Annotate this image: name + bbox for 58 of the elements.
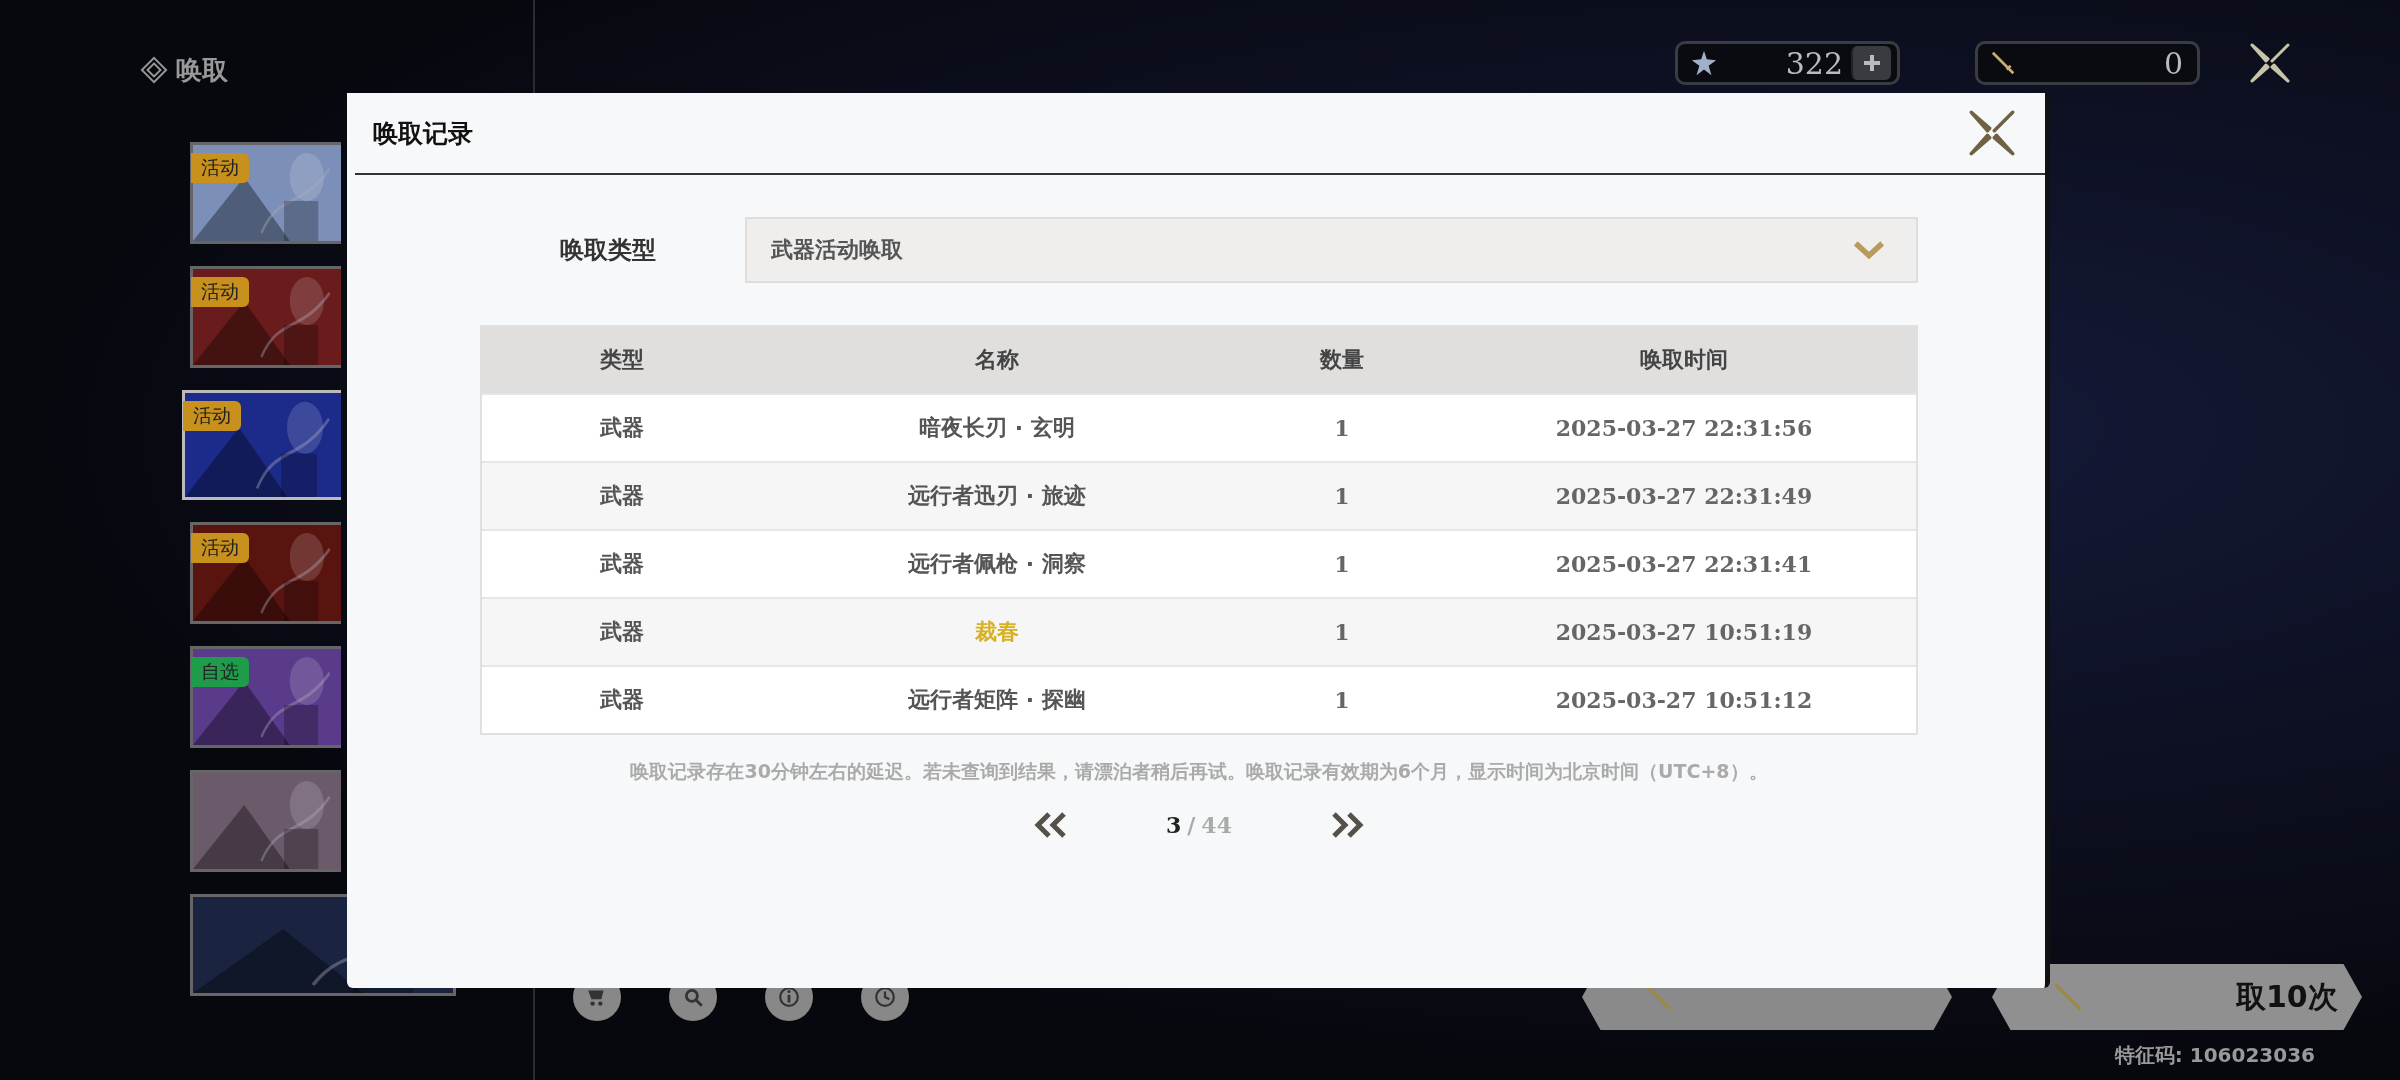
total-pages: 44 <box>1201 812 1232 838</box>
table-cell-text: 武器 <box>600 550 644 578</box>
table-cell-text: 武器 <box>600 414 644 442</box>
table-cell-text: 远行者佩枪 · 洞察 <box>908 550 1086 578</box>
column-header: 名称 <box>975 346 1019 374</box>
table-cell: 1 <box>1334 619 1350 645</box>
column-header: 唤取时间 <box>1640 346 1728 374</box>
next-page-icon[interactable] <box>1329 811 1365 839</box>
table-cell: 1 <box>1334 687 1350 713</box>
currency-amount: 322 <box>1784 45 1844 81</box>
table-cell: 2025-03-27 10:51:12 <box>1555 687 1813 713</box>
banner-tag: 自选 <box>191 657 249 687</box>
table-cell: 1 <box>1334 483 1350 509</box>
notice-text: 唤取记录存在30分钟左右的延迟。若未查询到结果，请漂泊者稍后再试。唤取记录有效期为6个月，显示时间为北京时间（UTC+8）。 <box>629 759 1769 784</box>
previous-page-icon[interactable] <box>1033 811 1069 839</box>
clock-icon <box>874 986 896 1008</box>
table-cell: 2025-03-27 22:31:41 <box>1555 551 1813 577</box>
banner-card[interactable]: 活动 <box>190 142 341 244</box>
table-cell-text: 裁春 <box>975 618 1019 646</box>
banner-card[interactable]: 活动 <box>182 390 341 500</box>
banner-tag: 活动 <box>191 277 249 307</box>
chevron-down-icon <box>1852 239 1886 261</box>
banner-tag: 活动 <box>191 153 249 183</box>
table-cell: 2025-03-27 22:31:49 <box>1555 483 1813 509</box>
filter-label: 唤取类型 <box>559 235 657 266</box>
table-cell-text: 远行者迅刃 · 旅迹 <box>908 482 1086 510</box>
type-dropdown[interactable]: 武器活动唤取 <box>745 217 1918 283</box>
sidebar-title: 唤取 <box>176 53 228 87</box>
banner-card[interactable]: 活动 <box>190 522 341 624</box>
diamond-icon <box>140 56 168 84</box>
feature-code: 特征码: 106023036 <box>2114 1041 2315 1069</box>
banner-card[interactable]: 活动 <box>190 266 341 368</box>
plus-icon <box>1862 53 1882 73</box>
info-icon <box>778 986 800 1008</box>
star-icon <box>1690 49 1718 77</box>
table-cell-text: 武器 <box>600 618 644 646</box>
table-cell: 1 <box>1334 415 1350 441</box>
close-icon[interactable] <box>1969 110 2015 156</box>
banner-tag: 活动 <box>191 533 249 563</box>
table-cell-text: 远行者矩阵 · 探幽 <box>908 686 1086 714</box>
draw-button[interactable]: 取10次 <box>1992 964 2362 1030</box>
search-icon <box>682 986 704 1008</box>
column-header: 数量 <box>1320 346 1364 374</box>
table-cell: 2025-03-27 22:31:56 <box>1555 415 1813 441</box>
table-cell: 2025-03-27 10:51:19 <box>1555 619 1813 645</box>
close-icon[interactable] <box>2250 43 2290 83</box>
dialog-title: 唤取记录 <box>373 117 473 150</box>
currency-amount: 0 <box>2162 45 2184 81</box>
table-cell-text: 武器 <box>600 686 644 714</box>
add-button[interactable] <box>1851 46 1891 80</box>
table-cell-text: 武器 <box>600 482 644 510</box>
page-separator: / <box>1187 812 1196 838</box>
banner-tag: 活动 <box>183 401 241 431</box>
current-page: 3 <box>1166 812 1182 838</box>
banner-card[interactable]: 自选 <box>190 646 341 748</box>
table-cell-text: 暗夜长刃 · 玄明 <box>919 414 1075 442</box>
table-cell: 1 <box>1334 551 1350 577</box>
column-header: 类型 <box>600 346 644 374</box>
